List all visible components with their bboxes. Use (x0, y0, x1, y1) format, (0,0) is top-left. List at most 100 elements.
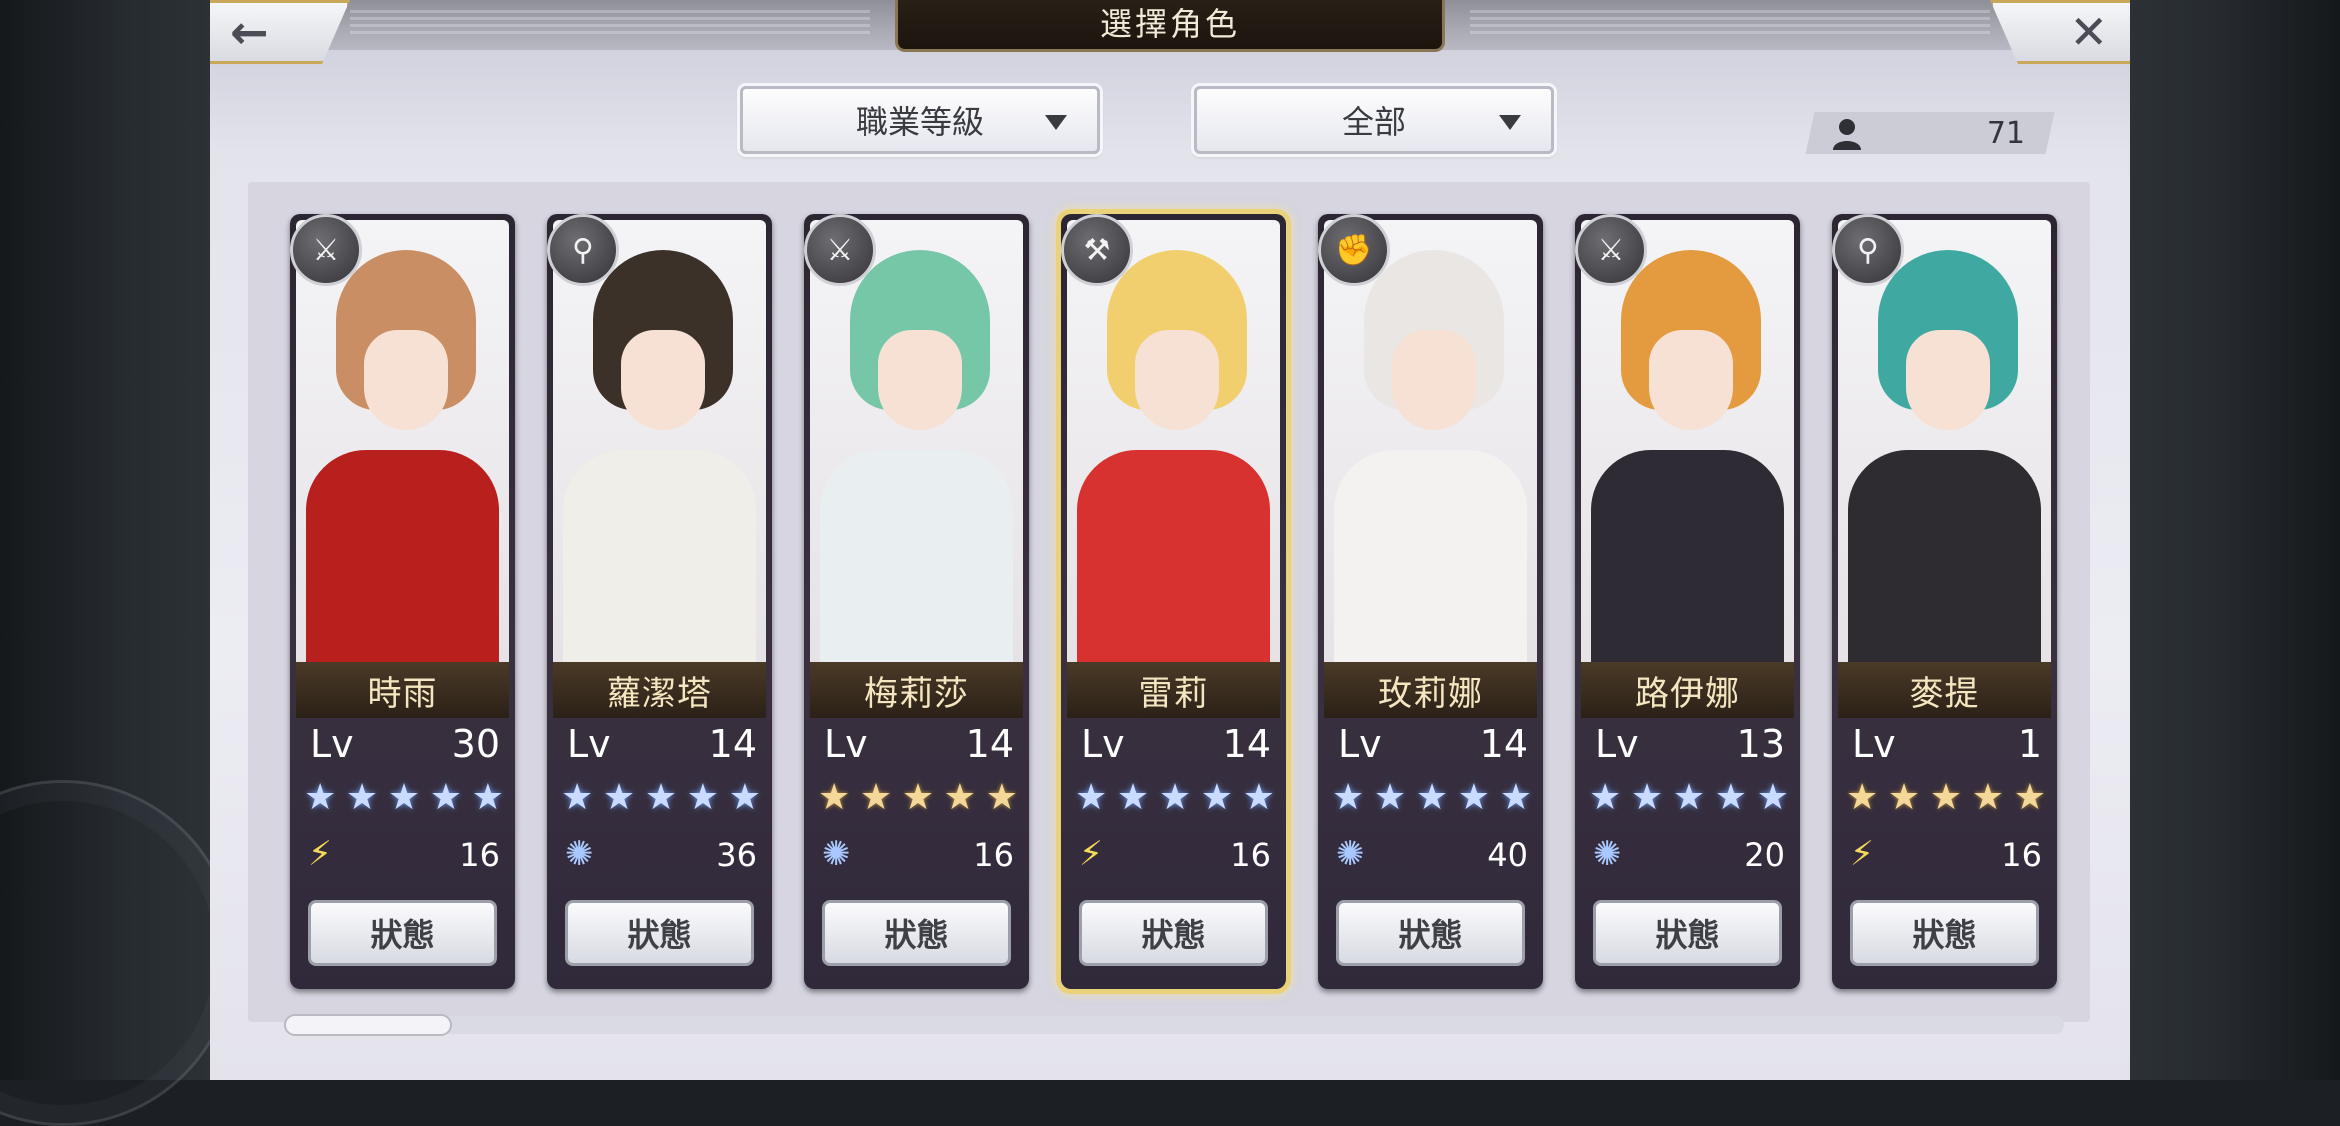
star-icon: ★ (1116, 777, 1150, 818)
star-icon: ★ (1415, 777, 1449, 818)
attribute-row: ✺ 20 (1593, 832, 1785, 876)
star-icon: ★ (1332, 777, 1365, 818)
level-label: Lv (310, 722, 354, 766)
character-card[interactable]: ✊ 玫莉娜 Lv 14 ★ ★ ★ ★ ★ ✺ 40 狀態 (1318, 214, 1543, 989)
status-button[interactable]: 狀態 (1593, 900, 1782, 966)
character-portrait (1838, 220, 2051, 662)
star-icon: ★ (561, 777, 594, 818)
level-value: 14 (1479, 722, 1528, 766)
star-icon: ★ (943, 777, 977, 818)
level-label: Lv (824, 722, 868, 766)
star-icon: ★ (1499, 777, 1532, 818)
chevron-down-icon (1045, 115, 1067, 130)
star-icon: ★ (728, 777, 761, 818)
attribute-value: 16 (459, 836, 500, 874)
star-icon: ★ (1457, 777, 1491, 818)
status-button[interactable]: 狀態 (565, 900, 754, 966)
star-icon: ★ (859, 777, 893, 818)
portrait-body (1077, 450, 1270, 662)
portrait-body (820, 450, 1013, 662)
status-button[interactable]: 狀態 (1079, 900, 1268, 966)
level-label: Lv (567, 722, 611, 766)
horizontal-scrollbar[interactable] (284, 1016, 2064, 1034)
scrollbar-thumb[interactable] (284, 1014, 452, 1036)
star-rating: ★ ★ ★ ★ ★ (1589, 780, 1789, 816)
status-button[interactable]: 狀態 (1336, 900, 1525, 966)
character-portrait (810, 220, 1023, 662)
portrait-body (1848, 450, 2041, 662)
portrait-body (1334, 450, 1527, 662)
star-rating: ★ ★ ★ ★ ★ (304, 780, 504, 816)
category-dropdown-label: 全部 (1341, 103, 1406, 141)
star-icon: ★ (1200, 777, 1234, 818)
character-card[interactable]: ⚒ 雷莉 Lv 14 ★ ★ ★ ★ ★ ⚡ 16 狀態 (1061, 214, 1286, 989)
right-backdrop (2130, 0, 2340, 1080)
character-portrait (1067, 220, 1280, 662)
attribute-value: 20 (1744, 836, 1785, 874)
star-rating: ★ ★ ★ ★ ★ (561, 780, 761, 816)
close-button[interactable]: ✕ (1990, 0, 2130, 64)
star-icon: ★ (818, 777, 851, 818)
character-name: 時雨 (296, 662, 509, 718)
star-icon: ★ (2013, 777, 2046, 818)
character-card[interactable]: ⚲ 麥提 Lv 1 ★ ★ ★ ★ ★ ⚡ 16 狀態 (1832, 214, 2057, 989)
level-row: Lv 14 (1338, 722, 1528, 766)
person-icon (1833, 119, 1861, 150)
star-icon: ★ (1756, 777, 1789, 818)
back-button[interactable]: ← (210, 0, 350, 64)
star-rating: ★ ★ ★ ★ ★ (1075, 780, 1275, 816)
level-value: 30 (451, 722, 500, 766)
star-icon: ★ (985, 777, 1018, 818)
level-value: 1 (2017, 722, 2042, 766)
star-icon: ★ (387, 777, 421, 818)
portrait-body (1591, 450, 1784, 662)
character-name: 梅莉莎 (810, 662, 1023, 718)
staff-icon: ⚲ (1832, 214, 1904, 286)
water-icon: ✺ (1336, 834, 1365, 874)
water-icon: ✺ (822, 834, 851, 874)
attribute-row: ✺ 16 (822, 832, 1014, 876)
wind-icon: ⚡ (1079, 834, 1103, 874)
staff-icon: ⚲ (547, 214, 619, 286)
star-icon: ★ (1714, 777, 1748, 818)
level-label: Lv (1595, 722, 1639, 766)
clock-decoration (0, 780, 236, 1126)
character-card[interactable]: ⚔ 梅莉莎 Lv 14 ★ ★ ★ ★ ★ ✺ 16 狀態 (804, 214, 1029, 989)
star-icon: ★ (644, 777, 678, 818)
attribute-row: ⚡ 16 (1850, 832, 2042, 876)
lance-icon: ⚔ (1575, 214, 1647, 286)
star-icon: ★ (602, 777, 636, 818)
character-count: 71 (1986, 116, 2025, 151)
blade-icon: ⚔ (804, 214, 876, 286)
sort-dropdown-label: 職業等級 (855, 103, 984, 141)
sort-dropdown[interactable]: 職業等級 (740, 86, 1100, 154)
attribute-row: ⚡ 16 (1079, 832, 1271, 876)
level-row: Lv 30 (310, 722, 500, 766)
portrait-body (563, 450, 756, 662)
portrait-face (1392, 330, 1476, 430)
character-portrait (1581, 220, 1794, 662)
character-card[interactable]: ⚔ 路伊娜 Lv 13 ★ ★ ★ ★ ★ ✺ 20 狀態 (1575, 214, 1800, 989)
star-icon: ★ (1158, 777, 1192, 818)
character-portrait (296, 220, 509, 662)
category-dropdown[interactable]: 全部 (1194, 86, 1554, 154)
level-row: Lv 1 (1852, 722, 2042, 766)
attribute-value: 16 (2001, 836, 2042, 874)
portrait-face (621, 330, 705, 430)
attribute-row: ✺ 40 (1336, 832, 1528, 876)
character-card[interactable]: ⚔ 時雨 Lv 30 ★ ★ ★ ★ ★ ⚡ 16 狀態 (290, 214, 515, 989)
star-icon: ★ (901, 777, 935, 818)
close-icon: ✕ (2069, 5, 2108, 59)
status-button[interactable]: 狀態 (1850, 900, 2039, 966)
character-card[interactable]: ⚲ 蘿潔塔 Lv 14 ★ ★ ★ ★ ★ ✺ 36 狀態 (547, 214, 772, 989)
character-select-panel: ← 選擇角色 ✕ 職業等級 全部 71 ⚔ 時雨 Lv 30 ★ ★ ★ ★ ★ ⚡ 1… (210, 0, 2130, 1080)
water-icon: ✺ (1593, 834, 1622, 874)
character-name: 蘿潔塔 (553, 662, 766, 718)
star-icon: ★ (1887, 777, 1921, 818)
portrait-face (364, 330, 448, 430)
status-button[interactable]: 狀態 (308, 900, 497, 966)
level-value: 13 (1736, 722, 1785, 766)
level-row: Lv 13 (1595, 722, 1785, 766)
status-button[interactable]: 狀態 (822, 900, 1011, 966)
portrait-face (1649, 330, 1733, 430)
